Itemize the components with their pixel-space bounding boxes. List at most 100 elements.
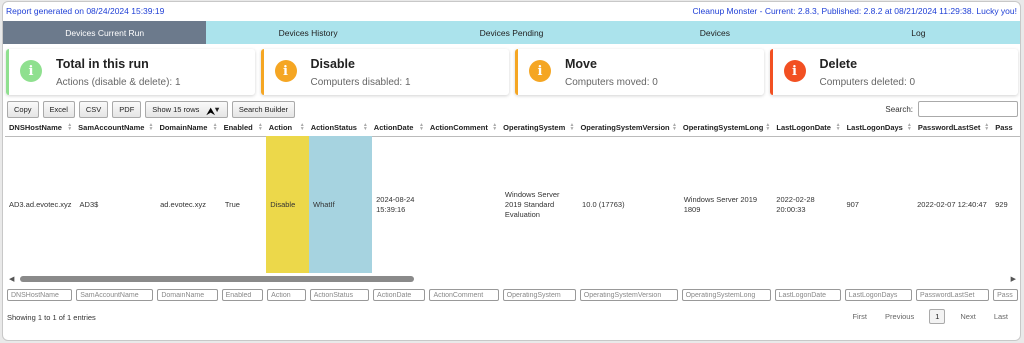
column-header[interactable]: Pass [991,120,1020,137]
filter-last-logon-days[interactable] [844,289,912,302]
filter-action-comment[interactable] [429,289,499,302]
sort-icon: ▲ ▼ [362,122,368,132]
card-accent-bar [6,49,9,95]
card-delete: i Delete Computers deleted: 0 [769,49,1018,95]
column-header[interactable]: LastLogonDate ▲ ▼ [772,120,843,137]
csv-button[interactable]: CSV [78,101,109,118]
pager-first[interactable]: First [843,309,876,324]
info-icon: i [529,60,551,82]
tab-devices-history[interactable]: Devices History [206,21,409,44]
tab-devices-pending[interactable]: Devices Pending [410,21,613,44]
cell-dnshostname: AD3.ad.evotec.xyz [9,199,72,209]
sort-icon: ▲ ▼ [418,122,424,132]
column-header[interactable]: OperatingSystem ▲ ▼ [499,120,577,137]
show-rows-dropdown[interactable]: Show 15 rows ▼ [145,101,228,118]
pager-next[interactable]: Next [951,309,984,324]
column-header[interactable]: PasswordLastSet ▲ ▼ [913,120,992,137]
sort-icon: ▲ ▼ [984,122,990,132]
search-input[interactable] [918,101,1018,117]
show-rows-label: Show 15 rows [152,105,200,114]
tab-log[interactable]: Log [817,21,1020,44]
table-row[interactable]: AD3.ad.evotec.xyz AD3$ ad.evotec.xyz Tru… [5,136,1020,273]
tab-devices[interactable]: Devices [613,21,816,44]
column-header[interactable]: ActionDate ▲ ▼ [369,120,426,137]
filter-action-date[interactable] [373,289,426,302]
sort-icon: ▲ ▼ [906,122,912,132]
scroll-left-icon[interactable]: ◀ [9,275,14,283]
filter-password-last-set[interactable] [916,289,990,302]
report-generated-text: Report generated on 08/24/2024 15:39:19 [6,6,165,16]
tab-devices-current-run[interactable]: Devices Current Run [3,21,207,44]
filter-os-version[interactable] [579,289,678,302]
card-text: Computers disabled: 1 [310,76,411,88]
version-info-text: Cleanup Monster - Current: 2.8.3, Publis… [692,6,1017,16]
sort-icon: ▲ ▼ [67,122,73,132]
cell-last-logon-date: 2022-02-28 20:00:33 [776,194,815,214]
filter-os-long[interactable] [681,289,771,302]
filter-action[interactable] [267,289,306,302]
filter-last-logon-date[interactable] [774,289,841,302]
filter-domainname[interactable] [157,289,218,302]
pager-last[interactable]: Last [985,309,1017,324]
card-accent-bar [515,49,518,95]
summary-cards: i Total in this run Actions (disable & d… [6,49,1018,95]
export-toolbar: Copy Excel CSV PDF Show 15 rows ▼ Search… [7,101,296,118]
cell-samaccountname: AD3$ [79,199,99,209]
column-filters [5,288,1020,302]
sort-icon: ▲ ▼ [299,122,305,132]
column-header[interactable]: DNSHostName ▲ ▼ [5,120,75,137]
mouse-cursor-icon: ⮝ [206,106,216,118]
cell-os-long: Windows Server 2019 1809 [683,194,758,214]
sort-icon: ▲ ▼ [569,122,575,132]
report-window: Report generated on 08/24/2024 15:39:19 … [2,1,1021,341]
filter-action-status[interactable] [309,289,370,302]
column-header[interactable]: LastLogonDays ▲ ▼ [842,120,914,137]
column-header[interactable]: Enabled ▲ ▼ [219,120,265,137]
search-builder-button[interactable]: Search Builder [231,101,296,118]
column-header[interactable]: OperatingSystemLong ▲ ▼ [678,120,773,137]
card-accent-bar [769,49,773,95]
cell-enabled: True [224,199,240,209]
filter-password-days[interactable] [993,289,1018,302]
pdf-button[interactable]: PDF [112,101,142,118]
column-header[interactable]: ActionStatus ▲ ▼ [306,120,370,137]
info-icon: i [20,60,42,82]
pagination: First Previous 1 Next Last [843,309,1017,324]
cell-domainname: ad.evotec.xyz [160,199,206,209]
scrollbar-thumb[interactable] [20,276,414,282]
card-title: Delete [819,56,858,71]
column-header[interactable]: ActionComment ▲ ▼ [425,120,500,137]
filter-operating-system[interactable] [502,289,576,302]
card-title: Total in this run [56,56,149,71]
cell-last-logon-days: 907 [846,199,859,209]
column-header[interactable]: Action ▲ ▼ [264,120,307,137]
info-icon: i [783,60,806,82]
report-header: Report generated on 08/24/2024 15:39:19 … [3,2,1020,20]
pager-previous[interactable]: Previous [876,309,923,324]
sort-icon: ▲ ▼ [835,122,841,132]
card-title: Disable [310,56,355,71]
copy-button[interactable]: Copy [7,101,39,118]
cell-os-version: 10.0 (17763) [582,199,625,209]
card-accent-bar [260,49,264,95]
filter-samaccountname[interactable] [76,289,154,302]
cell-password-last-set: 2022-02-07 12:40:47 [917,199,987,209]
pager-page-1[interactable]: 1 [929,309,946,324]
card-move: i Move Computers moved: 0 [515,49,764,95]
sort-icon: ▲ ▼ [671,122,677,132]
column-header[interactable]: SamAccountName ▲ ▼ [74,120,156,137]
card-total: i Total in this run Actions (disable & d… [6,49,255,95]
scroll-right-icon[interactable]: ▶ [1011,275,1016,283]
column-header[interactable]: OperatingSystemVersion ▲ ▼ [576,120,679,137]
sort-icon: ▲ ▼ [492,122,498,132]
filter-enabled[interactable] [221,289,264,302]
horizontal-scrollbar[interactable]: ◀ ▶ [5,275,1020,283]
sort-icon: ▲ ▼ [148,122,154,132]
filter-dnshostname[interactable] [7,289,73,302]
card-text: Computers deleted: 0 [819,76,916,88]
column-header[interactable]: DomainName ▲ ▼ [155,120,220,137]
table-info: Showing 1 to 1 of 1 entries [7,313,96,322]
excel-button[interactable]: Excel [42,101,75,118]
cell-action: Disable [266,136,309,273]
search-label: Search: [885,104,913,114]
